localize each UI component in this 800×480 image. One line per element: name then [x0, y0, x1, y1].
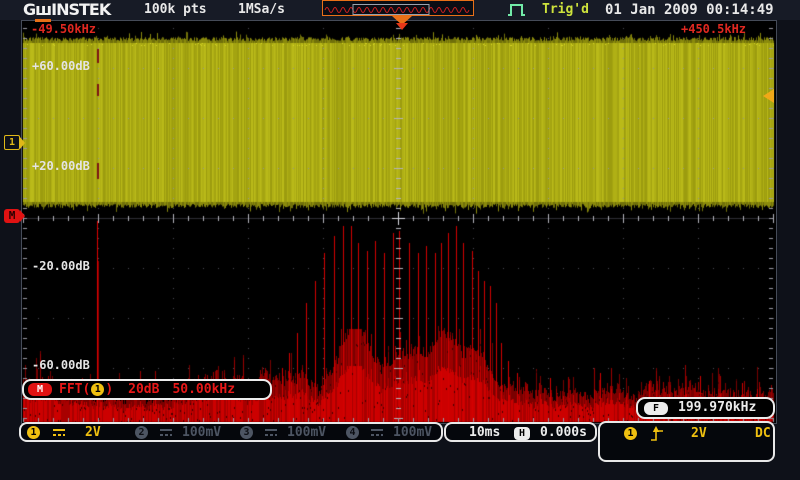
freq-left-label: -49.50kHz [31, 23, 96, 35]
trigger-type-pulse-icon [506, 2, 530, 18]
channel-2-number-badge: 2 [135, 426, 148, 439]
trigger-status-box[interactable]: 1 2V DC [598, 421, 775, 462]
channel-3-status[interactable]: 3 100mV [240, 426, 326, 439]
channel-1-scale: 2V [85, 426, 101, 439]
channel-4-status[interactable]: 4 100mV [346, 426, 432, 439]
channel-2-status[interactable]: 2 100mV [135, 426, 221, 439]
math-badge: M [28, 383, 52, 396]
math-marker-pointer [20, 210, 25, 222]
waveform-display-area [21, 20, 777, 424]
trigger-level: 2V [691, 427, 707, 441]
sample-rate-readout: 1MSa/s [238, 3, 285, 17]
math-position-marker[interactable]: M [4, 209, 25, 223]
channel-4-dc-coupling-icon [369, 427, 385, 438]
db-label-minus60: -60.00dB [32, 359, 90, 371]
channel-4-number-badge: 4 [346, 426, 359, 439]
brand-rest: INSTEK [51, 0, 110, 19]
oscilloscope-screen: { "topbar": { "brand_g": "G", "brand_w":… [0, 0, 800, 480]
brand-logo: GшINSTEK [23, 1, 110, 18]
channel-1-number-badge: 1 [27, 426, 40, 439]
db-label-minus20: -20.00dB [32, 260, 90, 272]
channel-4-scale: 100mV [393, 426, 432, 439]
channel-1-status[interactable]: 1 2V [27, 426, 101, 439]
ch1-marker-label: 1 [4, 135, 20, 150]
fft-status-box[interactable]: M FFT( 1 ) 20dB 50.00kHz [22, 379, 272, 400]
trigger-source-badge: 1 [624, 427, 637, 440]
fft-function-close: ) [105, 383, 113, 397]
trigger-coupling: DC [755, 427, 771, 441]
horizontal-position: 0.000s [540, 426, 587, 440]
fft-vertical-scale: 20dB [128, 383, 159, 397]
frequency-badge: F [644, 402, 668, 415]
trigger-position-tick [396, 23, 408, 30]
fft-function-label: FFT( [59, 383, 90, 397]
preview-waveform-icon [323, 3, 471, 16]
channel-2-scale: 100mV [182, 426, 221, 439]
db-label-plus20: +20.00dB [32, 160, 90, 172]
channel-3-number-badge: 3 [240, 426, 253, 439]
fft-source-channel-badge: 1 [91, 383, 104, 396]
frequency-value: 199.970kHz [678, 401, 756, 415]
math-marker-label: M [4, 209, 20, 223]
ch1-position-marker[interactable]: 1 [4, 135, 25, 150]
db-label-plus60: +60.00dB [32, 60, 90, 72]
brand-w-mark: ш [35, 0, 51, 22]
ch1-marker-pointer [20, 137, 25, 149]
horizontal-badge: H [514, 427, 530, 440]
channel-3-dc-coupling-icon [263, 427, 279, 438]
datetime-readout: 01 Jan 2009 00:14:49 [605, 3, 774, 17]
channel-2-dc-coupling-icon [158, 427, 174, 438]
trace-canvas [22, 21, 776, 423]
freq-right-label: +450.5kHz [681, 23, 746, 35]
fft-horizontal-scale: 50.00kHz [172, 383, 235, 397]
channel-status-bar: 1 2V 2 100mV 3 100mV 4 100mV [19, 422, 443, 442]
rising-edge-icon [650, 426, 664, 442]
record-length-readout: 100k pts [144, 3, 207, 17]
channel-1-dc-coupling-icon [51, 427, 67, 438]
horizontal-status-box[interactable]: 10ms H 0.000s [444, 422, 597, 442]
timebase-value: 10ms [469, 426, 500, 440]
trigger-level-marker[interactable] [763, 89, 774, 103]
brand-g: G [23, 0, 35, 19]
channel-3-scale: 100mV [287, 426, 326, 439]
frequency-counter-box[interactable]: F 199.970kHz [636, 397, 775, 419]
trigger-status-readout: Trig'd [542, 3, 589, 17]
acquisition-preview[interactable] [322, 0, 474, 16]
